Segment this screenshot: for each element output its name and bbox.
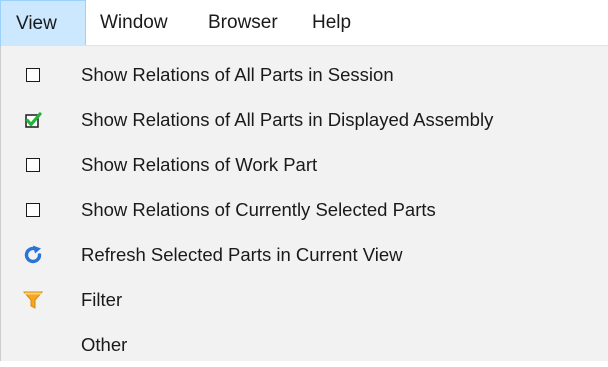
menu-item-label: Show Relations of Work Part — [81, 153, 318, 175]
filter-icon — [21, 288, 45, 312]
menu-window[interactable]: Window — [86, 0, 196, 46]
checkbox-icon[interactable] — [21, 63, 45, 87]
checkbox-box — [26, 67, 40, 82]
menu-item-label: Filter — [81, 288, 123, 310]
menu-help[interactable]: Help — [298, 0, 364, 46]
menu-view[interactable]: View — [0, 0, 86, 46]
menu-item-show-relations-session[interactable]: Show Relations of All Parts in Session — [1, 52, 608, 97]
menu-browser-label: Browser — [208, 12, 278, 33]
menu-window-label: Window — [100, 12, 168, 33]
view-dropdown-menu: Show Relations of All Parts in Session S… — [0, 46, 608, 361]
checkbox-box — [26, 157, 40, 172]
checkbox-icon[interactable] — [21, 198, 45, 222]
menu-item-label: Refresh Selected Parts in Current View — [81, 243, 403, 265]
checkbox-box — [26, 202, 40, 217]
view-menu-window: View Window Browser Help Show Relations … — [0, 0, 608, 361]
menu-item-label: Show Relations of All Parts in Session — [81, 63, 394, 85]
filter-graphic — [22, 291, 44, 309]
menu-item-show-relations-selected-parts[interactable]: Show Relations of Currently Selected Par… — [1, 187, 608, 232]
menu-item-label: Other — [81, 333, 128, 355]
menu-item-filter[interactable]: Filter — [1, 277, 608, 322]
menu-browser[interactable]: Browser — [196, 0, 298, 46]
menu-item-refresh-selected-parts[interactable]: Refresh Selected Parts in Current View — [1, 232, 608, 277]
menu-help-label: Help — [312, 12, 352, 33]
menu-item-other[interactable]: Other — [1, 322, 608, 367]
checkbox-icon[interactable] — [21, 153, 45, 177]
menu-item-show-relations-work-part[interactable]: Show Relations of Work Part — [1, 142, 608, 187]
menu-bar: View Window Browser Help — [0, 0, 608, 46]
checkbox-checked-icon[interactable] — [21, 108, 45, 132]
menu-view-label: View — [16, 12, 57, 34]
refresh-icon — [21, 243, 45, 267]
refresh-graphic — [24, 245, 42, 263]
checkmark-graphic — [25, 111, 42, 128]
menu-item-label: Show Relations of Currently Selected Par… — [81, 198, 436, 220]
menu-item-show-relations-displayed-assembly[interactable]: Show Relations of All Parts in Displayed… — [1, 97, 608, 142]
menu-item-label: Show Relations of All Parts in Displayed… — [81, 108, 494, 130]
